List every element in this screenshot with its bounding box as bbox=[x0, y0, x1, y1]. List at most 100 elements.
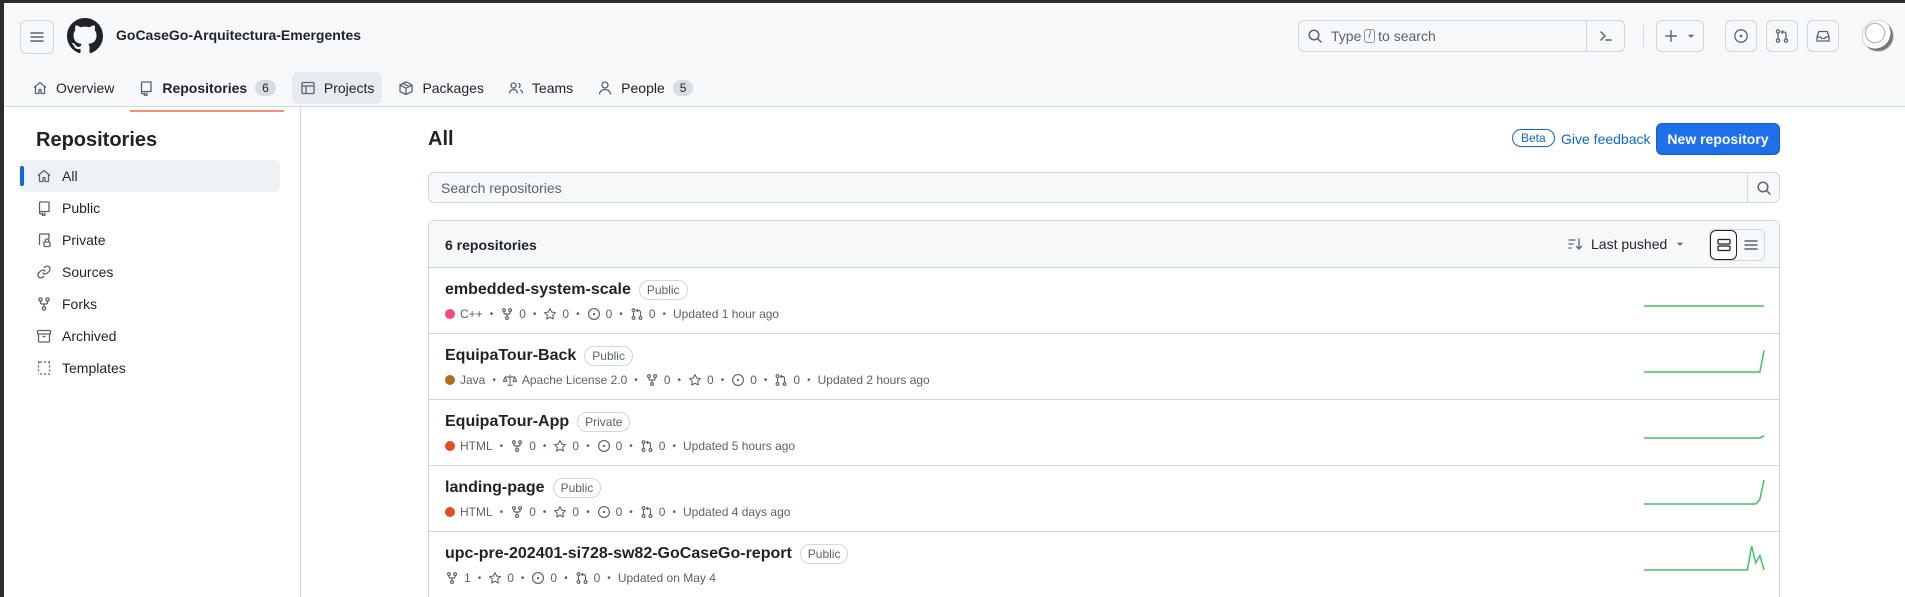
issues-count[interactable]: 0 bbox=[597, 439, 622, 453]
fork-icon bbox=[445, 571, 459, 585]
separator-dot: • bbox=[672, 506, 676, 518]
separator-dot: • bbox=[532, 308, 537, 320]
repository-name-link[interactable]: landing-page bbox=[445, 479, 545, 497]
visibility-badge: Public bbox=[552, 478, 602, 498]
sidebar-item-all[interactable]: All bbox=[20, 160, 280, 192]
activity-sparkline bbox=[1644, 545, 1765, 571]
hamburger-icon bbox=[30, 32, 44, 42]
header-divider bbox=[1643, 25, 1644, 47]
activity-line bbox=[1644, 350, 1765, 373]
sidebar-item-private[interactable]: Private bbox=[20, 224, 280, 256]
pull-requests-count[interactable]: 0 bbox=[774, 373, 800, 387]
repository-title: EquipaTour-App Private bbox=[445, 412, 631, 432]
repository-row: EquipaTour-App Private HTML • 0 • 0 • 0 • 0 • Update… bbox=[429, 400, 1779, 466]
link-icon bbox=[36, 264, 52, 280]
issues-count[interactable]: 0 bbox=[531, 571, 557, 585]
pull-requests-count[interactable]: 0 bbox=[640, 505, 665, 519]
separator-dot: • bbox=[607, 572, 611, 584]
issues-count[interactable]: 0 bbox=[731, 373, 757, 387]
fork-icon bbox=[500, 307, 514, 321]
forks-count[interactable]: 0 bbox=[510, 439, 536, 453]
give-feedback-link[interactable]: Give feedback bbox=[1561, 131, 1651, 147]
repository-meta: 1 • 0 • 0 • 0 • Updated on May 4 bbox=[445, 571, 716, 585]
sort-dropdown[interactable]: Last pushed bbox=[1567, 236, 1685, 252]
sidebar-item-sources[interactable]: Sources bbox=[20, 256, 280, 288]
stars-count[interactable]: 0 bbox=[553, 505, 579, 519]
sidebar-item-forks[interactable]: Forks bbox=[20, 288, 280, 320]
repository-search-input[interactable] bbox=[429, 173, 1749, 202]
new-repository-button[interactable]: New repository bbox=[1656, 123, 1780, 155]
repository-name-link[interactable]: embedded-system-scale bbox=[445, 281, 631, 299]
inbox-button[interactable] bbox=[1807, 20, 1839, 52]
terminal-icon bbox=[1599, 31, 1612, 41]
global-search[interactable]: Type / to search bbox=[1298, 20, 1625, 52]
pull-requests-count[interactable]: 0 bbox=[640, 439, 665, 453]
stars-count[interactable]: 0 bbox=[688, 373, 714, 387]
org-nav-tabs: Overview Repositories 6 Projects Package… bbox=[24, 72, 709, 112]
tab-repositories[interactable]: Repositories 6 bbox=[130, 72, 284, 112]
repository-meta: HTML • 0 • 0 • 0 • 0 • Updated 4 days ago bbox=[445, 505, 790, 519]
sidebar-item-label: Forks bbox=[62, 296, 97, 312]
tab-teams[interactable]: Teams bbox=[500, 72, 581, 104]
sidebar-item-label: Templates bbox=[62, 360, 126, 376]
sidebar-item-templates[interactable]: Templates bbox=[20, 352, 280, 384]
repository-row: EquipaTour-Back Public Java • Apache License… bbox=[429, 334, 1779, 400]
forks-count[interactable]: 0 bbox=[510, 505, 536, 519]
law-icon bbox=[503, 373, 517, 387]
sidebar-filter-list: All Public Private Sources Forks Archive… bbox=[20, 160, 280, 384]
github-logo-icon[interactable] bbox=[67, 18, 103, 54]
forks-value: 0 bbox=[663, 373, 671, 387]
issues-count[interactable]: 0 bbox=[597, 505, 622, 519]
home-icon bbox=[36, 168, 52, 184]
template-icon bbox=[36, 360, 52, 376]
stars-count[interactable]: 0 bbox=[553, 439, 579, 453]
pull-requests-count[interactable]: 0 bbox=[630, 307, 656, 321]
issue-icon bbox=[597, 505, 611, 519]
table-icon bbox=[300, 80, 316, 96]
tab-label: Packages bbox=[422, 80, 484, 96]
issues-value: 0 bbox=[550, 571, 558, 585]
tab-label: Projects bbox=[323, 80, 375, 96]
tab-projects[interactable]: Projects bbox=[291, 72, 383, 104]
language: HTML bbox=[445, 439, 493, 453]
card-view-button[interactable] bbox=[1710, 230, 1738, 260]
pull-requests-button[interactable] bbox=[1766, 20, 1798, 52]
avatar[interactable] bbox=[1862, 20, 1894, 52]
repository-name-link[interactable]: EquipaTour-Back bbox=[445, 347, 576, 365]
activity-line bbox=[1644, 545, 1765, 571]
chevron-down-icon bbox=[1687, 34, 1695, 38]
org-name[interactable]: GoCaseGo-Arquitectura-Emergentes bbox=[116, 27, 361, 43]
sidebar-item-public[interactable]: Public bbox=[20, 192, 280, 224]
separator-dot: • bbox=[629, 506, 633, 518]
license[interactable]: Apache License 2.0 bbox=[503, 373, 627, 387]
pull-request-icon bbox=[640, 439, 654, 453]
command-palette-button[interactable] bbox=[1586, 21, 1624, 51]
repository-search-button[interactable] bbox=[1747, 173, 1779, 202]
forks-count[interactable]: 1 bbox=[445, 571, 471, 585]
pull-requests-count[interactable]: 0 bbox=[575, 571, 600, 585]
create-new-button[interactable] bbox=[1656, 20, 1704, 52]
sidebar-item-archived[interactable]: Archived bbox=[20, 320, 280, 352]
activity-line bbox=[1644, 434, 1765, 439]
visibility-badge: Public bbox=[584, 346, 633, 366]
stars-count[interactable]: 0 bbox=[488, 571, 514, 585]
activity-sparkline bbox=[1644, 305, 1764, 307]
issues-count[interactable]: 0 bbox=[587, 307, 612, 321]
forks-count[interactable]: 0 bbox=[500, 307, 526, 321]
repository-name-link[interactable]: upc-pre-202401-si728-sw82-GoCaseGo-repor… bbox=[445, 545, 792, 563]
list-view-button[interactable] bbox=[1737, 230, 1764, 260]
tab-packages[interactable]: Packages bbox=[390, 72, 491, 104]
issue-icon bbox=[531, 571, 545, 585]
forks-value: 0 bbox=[529, 505, 536, 519]
language: Java bbox=[445, 373, 485, 387]
repository-name-link[interactable]: EquipaTour-App bbox=[445, 413, 569, 431]
issues-button[interactable] bbox=[1725, 20, 1757, 52]
stars-count[interactable]: 0 bbox=[543, 307, 569, 321]
repositories-count: 6 bbox=[255, 80, 276, 96]
repository-meta: Java • Apache License 2.0 • 0 • 0 • 0 • 0 • Updated … bbox=[445, 373, 930, 387]
tab-people[interactable]: People 5 bbox=[589, 72, 701, 104]
tab-overview[interactable]: Overview bbox=[24, 72, 122, 104]
issue-icon bbox=[597, 439, 611, 453]
menu-button[interactable] bbox=[20, 20, 54, 54]
forks-count[interactable]: 0 bbox=[645, 373, 671, 387]
